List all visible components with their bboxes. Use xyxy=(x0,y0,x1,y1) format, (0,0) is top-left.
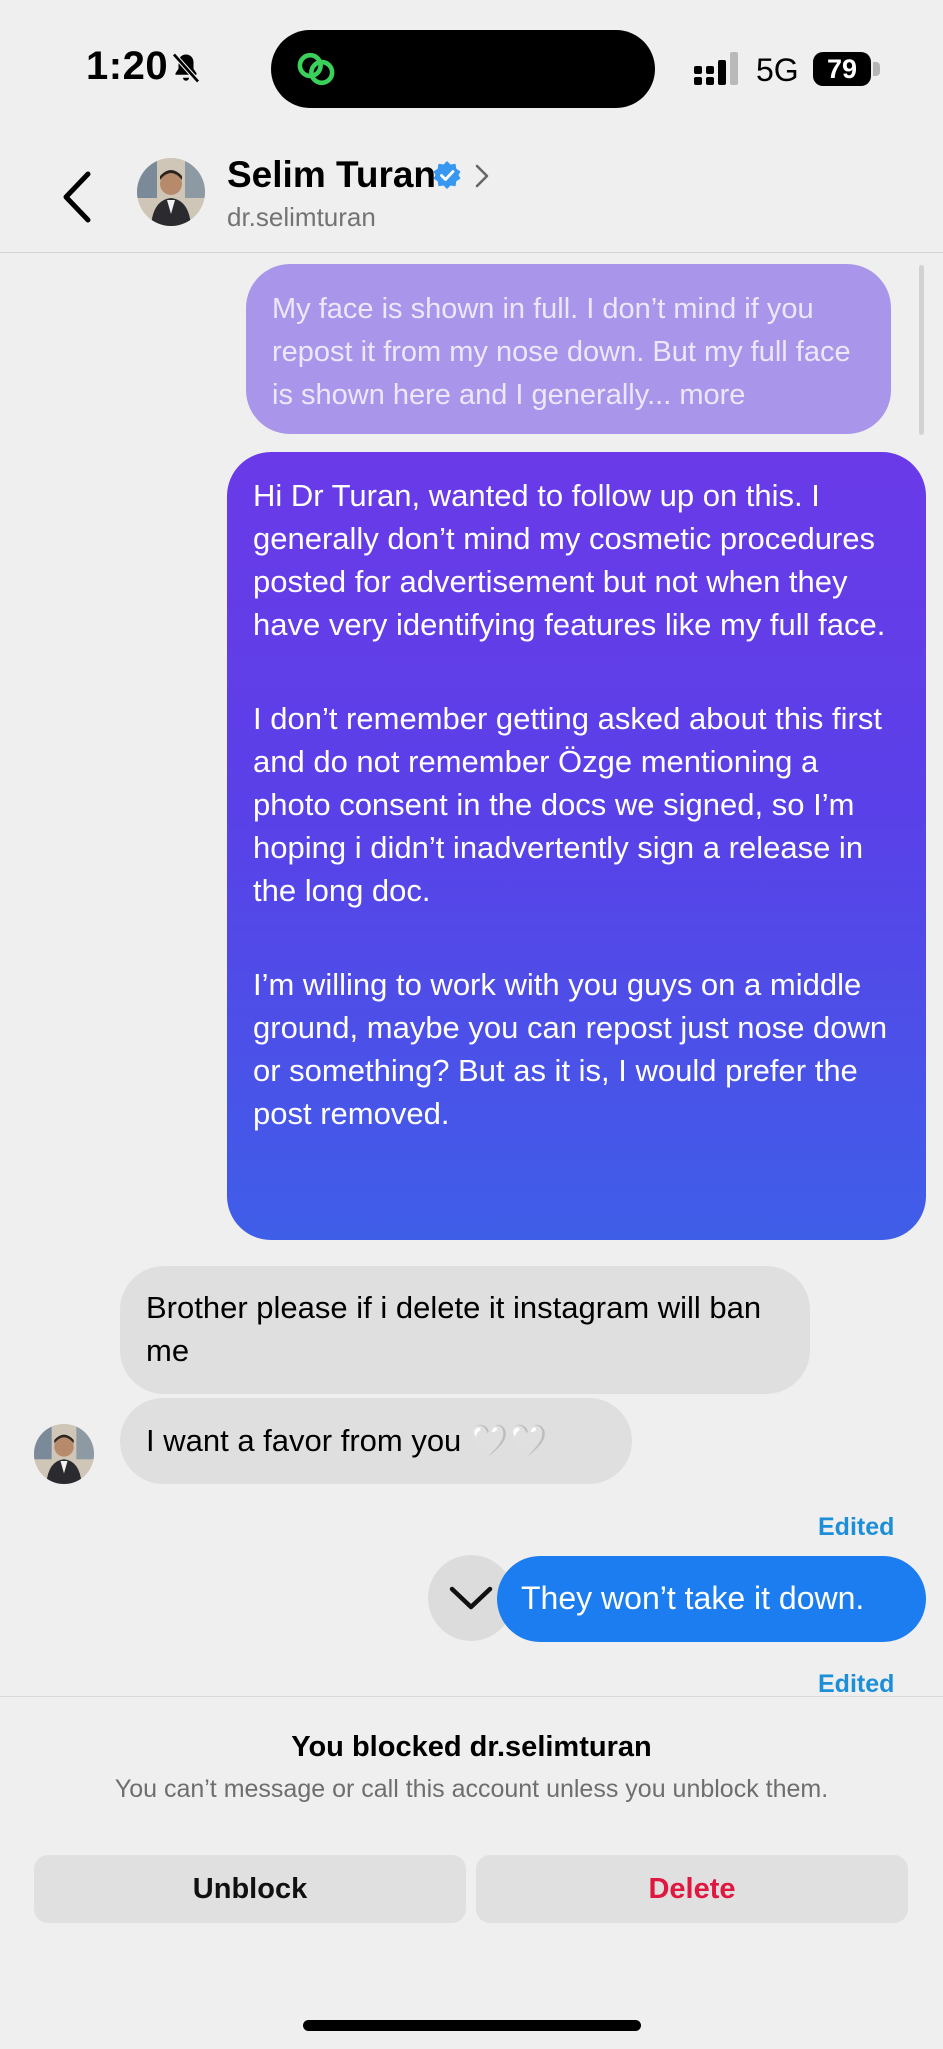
dynamic-island xyxy=(271,30,655,108)
blocked-panel: You blocked dr.selimturan You can’t mess… xyxy=(0,1696,943,2049)
link-activity-icon xyxy=(297,52,335,86)
blocked-subtitle: You can’t message or call this account u… xyxy=(114,1775,829,1803)
message-text: I want a favor from you 🤍🤍 xyxy=(146,1423,548,1458)
message-text: They won’t take it down. xyxy=(521,1580,865,1616)
back-arrow-icon[interactable] xyxy=(58,168,98,226)
battery-icon: 79 xyxy=(813,52,871,86)
delete-button[interactable]: Delete xyxy=(476,1855,908,1923)
message-paragraph: Hi Dr Turan, wanted to follow up on this… xyxy=(253,478,886,642)
scrollbar[interactable] xyxy=(919,265,924,435)
cellular-signal-icon xyxy=(694,52,738,85)
edited-label[interactable]: Edited xyxy=(818,1670,894,1699)
network-type: 5G xyxy=(756,52,799,88)
sent-message[interactable]: Hi Dr Turan, wanted to follow up on this… xyxy=(227,452,926,1240)
sender-avatar[interactable] xyxy=(34,1424,94,1484)
battery-level: 79 xyxy=(826,54,858,84)
bell-muted-icon xyxy=(172,52,200,84)
contact-handle: dr.selimturan xyxy=(227,202,376,232)
status-bar: 1:20 5G 79 xyxy=(0,0,943,130)
blocked-title: You blocked dr.selimturan xyxy=(291,1731,652,1763)
received-message[interactable]: Brother please if i delete it instagram … xyxy=(120,1266,810,1394)
edited-label[interactable]: Edited xyxy=(818,1513,894,1542)
verified-badge-icon xyxy=(433,161,461,189)
message-text: Brother please if i delete it instagram … xyxy=(146,1290,762,1368)
message-text: My face is shown in full. I don’t mind i… xyxy=(272,293,851,411)
battery-tip xyxy=(873,62,880,76)
avatar[interactable] xyxy=(137,158,205,226)
profile-photo-icon xyxy=(137,158,205,226)
received-message[interactable]: I want a favor from you 🤍🤍 xyxy=(120,1398,632,1484)
sent-message[interactable]: They won’t take it down. xyxy=(497,1556,926,1642)
more-link[interactable]: more xyxy=(679,379,745,411)
home-indicator[interactable] xyxy=(303,2020,641,2031)
chevron-right-icon[interactable] xyxy=(474,163,490,189)
status-time: 1:20 xyxy=(86,44,169,88)
contact-name[interactable]: Selim Turan xyxy=(227,154,436,196)
message-paragraph: I don’t remember getting asked about thi… xyxy=(253,701,882,908)
message-paragraph: I’m willing to work with you guys on a m… xyxy=(253,967,888,1131)
chat-header: Selim Turan dr.selimturan xyxy=(0,130,943,253)
unblock-button[interactable]: Unblock xyxy=(34,1855,466,1923)
profile-photo-icon xyxy=(34,1424,94,1484)
sent-message-preview[interactable]: My face is shown in full. I don’t mind i… xyxy=(246,264,891,434)
